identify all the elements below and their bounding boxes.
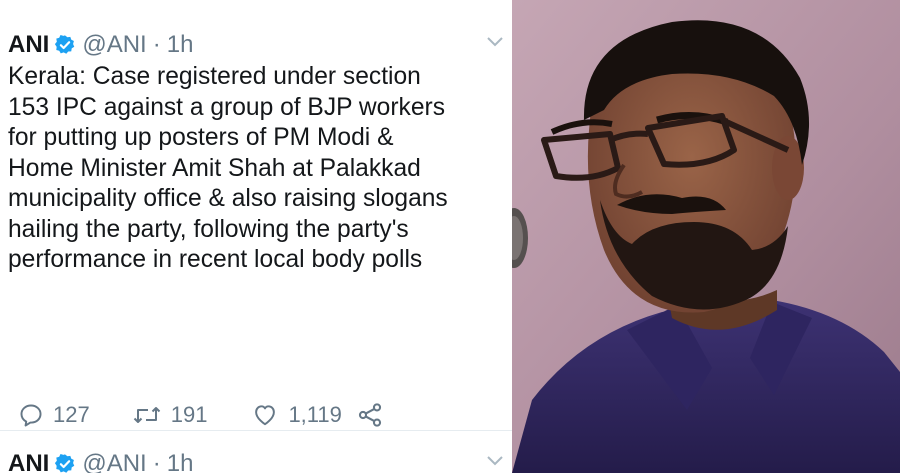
- tweet-header: ANI @ANI · 1h: [8, 30, 508, 60]
- speaker-photo: [512, 0, 900, 473]
- retweet-icon: [133, 407, 160, 423]
- like-button[interactable]: 1,119: [251, 402, 342, 428]
- tweet-timestamp[interactable]: 1h: [167, 30, 194, 60]
- verified-badge-icon: [55, 454, 75, 473]
- chevron-down-icon[interactable]: [486, 36, 504, 48]
- share-button[interactable]: [356, 401, 384, 429]
- retweet-count: 191: [170, 402, 208, 427]
- tweet[interactable]: ANI @ANI · 1h: [8, 449, 508, 473]
- chevron-down-icon[interactable]: [486, 455, 504, 467]
- tweet-text-line: municipality office & also raising sloga…: [8, 185, 448, 212]
- separator-dot: ·: [152, 450, 161, 473]
- author-name[interactable]: ANI: [8, 30, 49, 60]
- tweet-text-line: performance in recent local body polls: [8, 246, 423, 273]
- tweet-header: ANI @ANI · 1h: [8, 449, 508, 473]
- tweet-text-line: 153 IPC against a group of BJP workers: [8, 93, 446, 121]
- author-name[interactable]: ANI: [8, 449, 49, 473]
- verified-badge-icon: [55, 35, 75, 54]
- like-icon: [255, 405, 276, 426]
- author-handle[interactable]: @ANI: [82, 30, 146, 60]
- separator-dot: ·: [152, 31, 161, 58]
- tweet-divider: [0, 430, 512, 431]
- share-icon: [358, 403, 381, 427]
- author-handle[interactable]: @ANI: [82, 449, 146, 473]
- tweet-text: Kerala: Case registered under section 15…: [8, 62, 508, 276]
- retweet-button[interactable]: 191: [132, 402, 208, 428]
- tweet[interactable]: ANI @ANI · 1h Kerala: Case registered un…: [8, 30, 508, 427]
- reply-count: 127: [53, 402, 90, 427]
- tweet-text-line: Kerala: Case registered under section: [8, 63, 421, 90]
- like-count: 1,119: [288, 402, 342, 427]
- tweet-timestamp[interactable]: 1h: [167, 449, 194, 473]
- tweet-text-line: for putting up posters of PM Modi &: [8, 124, 394, 151]
- reply-button[interactable]: 127: [18, 402, 90, 428]
- reply-icon: [20, 404, 42, 427]
- tweet-panel: ANI @ANI · 1h Kerala: Case registered un…: [0, 0, 512, 473]
- speaker-illustration: [512, 0, 900, 473]
- tweet-actions: 127 191 1,119: [8, 398, 384, 432]
- tweet-text-line: hailing the party, following the party's: [8, 215, 409, 243]
- tweet-text-line: Home Minister Amit Shah at Palakkad: [8, 154, 421, 182]
